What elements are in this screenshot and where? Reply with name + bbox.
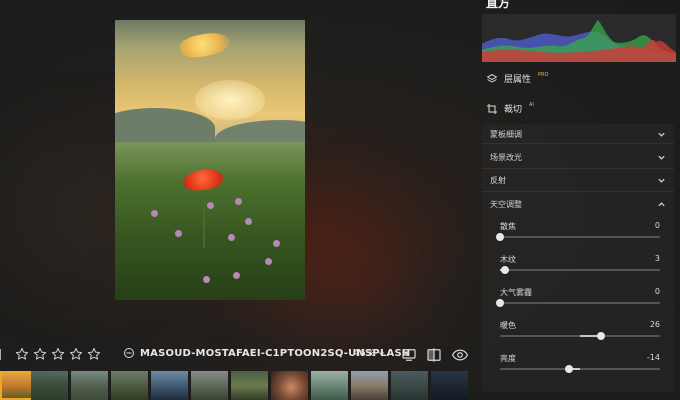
filmstrip-thumbnail[interactable]	[191, 371, 228, 400]
chevron-down-icon	[379, 352, 385, 356]
photo-flower	[265, 258, 272, 265]
layers-icon	[487, 73, 497, 82]
slider-track[interactable]	[500, 236, 660, 238]
section-label: 反射	[490, 176, 506, 185]
zoom-dropdown[interactable]: 46%	[353, 348, 385, 359]
layer-properties-label: 层属性	[504, 75, 532, 85]
slider-handle[interactable]	[596, 332, 605, 340]
wood-grain-slider[interactable]: 木纹 3	[500, 254, 660, 282]
star-icon[interactable]	[33, 347, 47, 361]
zoom-value: 46%	[353, 348, 376, 359]
photo-flower	[228, 234, 235, 241]
layer-properties-tool[interactable]: 层属性 PRO	[486, 72, 548, 85]
bottom-toolbar: MASOUD-MOSTAFAEI-C1PTOON2SQ-UNSPLASH 46%	[0, 345, 475, 365]
filmstrip-thumbnail[interactable]	[271, 371, 308, 400]
slider-track[interactable]	[500, 368, 660, 370]
photo-flower	[245, 218, 252, 225]
slider-value: 0	[654, 287, 660, 296]
section-label: 场景改光	[490, 153, 522, 162]
star-icon[interactable]	[51, 347, 65, 361]
slider-handle[interactable]	[564, 365, 573, 373]
photo-flower	[207, 202, 214, 209]
slider-value: 0	[654, 221, 660, 230]
filmstrip-thumbnail[interactable]	[311, 371, 348, 400]
slider-label: 亮度	[500, 354, 516, 363]
star-icon[interactable]	[69, 347, 83, 361]
filmstrip-thumbnail[interactable]	[111, 371, 148, 400]
before-after-icon[interactable]	[400, 346, 418, 364]
slider-track[interactable]	[500, 302, 660, 304]
adjustment-accordion: 蒙板细调 场景改光 反射 天空调整 散焦 0 木纹 3 大气雾霾 0 暖色 26…	[482, 124, 674, 392]
slider-label: 暖色	[500, 321, 516, 330]
main-photo[interactable]	[115, 20, 305, 300]
section-reflection[interactable]: 反射	[482, 170, 674, 192]
star-icon[interactable]	[87, 347, 101, 361]
toolbar-divider	[0, 349, 1, 360]
chevron-down-icon	[658, 132, 665, 137]
crop-icon	[487, 103, 497, 114]
slider-value: 3	[654, 254, 660, 263]
rating-stars	[15, 347, 101, 361]
chevron-up-icon	[658, 201, 665, 206]
star-icon[interactable]	[15, 347, 29, 361]
slider-track[interactable]	[500, 269, 660, 271]
filmstrip	[0, 371, 475, 400]
crop-tool[interactable]: 裁切 AI	[486, 102, 534, 115]
slider-handle[interactable]	[496, 299, 504, 307]
photo-cloud	[178, 29, 232, 61]
photo-meadow	[115, 142, 305, 300]
defocus-slider[interactable]: 散焦 0	[496, 221, 660, 249]
filmstrip-thumbnail[interactable]	[391, 371, 428, 400]
section-label: 天空调整	[490, 199, 522, 209]
slider-label: 木纹	[500, 255, 516, 264]
slider-handle[interactable]	[500, 266, 509, 274]
photo-flower	[235, 198, 242, 205]
photo-flower	[175, 230, 182, 237]
filmstrip-thumbnail[interactable]	[231, 371, 268, 400]
chevron-down-icon	[658, 155, 665, 160]
filmstrip-thumbnail[interactable]	[151, 371, 188, 400]
filmstrip-thumbnail[interactable]	[351, 371, 388, 400]
filmstrip-thumbnail[interactable]	[431, 371, 468, 400]
histogram-title: 直方	[486, 0, 511, 10]
photo-flower	[273, 240, 280, 247]
filmstrip-thumbnail[interactable]	[71, 371, 108, 400]
slider-label: 大气雾霾	[500, 288, 532, 297]
photo-sun	[195, 80, 265, 120]
section-mask-refine[interactable]: 蒙板细调	[482, 126, 674, 144]
adjustments-panel: 直方 层属性 PRO 裁切 AI 蒙板细调 场景改光 反射 天空调整 散焦 0 …	[478, 0, 680, 400]
slider-value: 26	[649, 320, 660, 329]
minus-circle-icon	[124, 348, 134, 358]
eye-icon[interactable]	[451, 346, 469, 364]
haze-slider[interactable]: 大气雾霾 0	[496, 287, 660, 315]
chevron-down-icon	[658, 178, 665, 183]
warmth-slider[interactable]: 暖色 26	[500, 320, 660, 348]
split-view-icon[interactable]	[425, 346, 443, 364]
section-relight[interactable]: 场景改光	[482, 147, 674, 169]
photo-stem	[203, 188, 205, 248]
section-sky-adjust[interactable]: 天空调整	[482, 193, 674, 215]
photo-flower	[203, 276, 210, 283]
slider-handle[interactable]	[496, 233, 504, 241]
slider-value: -14	[646, 353, 660, 362]
section-label: 蒙板细调	[490, 130, 522, 139]
histogram	[482, 14, 676, 62]
slider-label: 散焦	[500, 222, 516, 231]
pro-badge: PRO	[538, 71, 549, 78]
photo-flower	[151, 210, 158, 217]
ai-badge: AI	[529, 101, 534, 108]
photo-flower	[233, 272, 240, 279]
crop-label: 裁切	[504, 105, 523, 115]
filmstrip-thumbnail[interactable]	[31, 371, 68, 400]
brightness-slider[interactable]: 亮度 -14	[500, 353, 660, 381]
